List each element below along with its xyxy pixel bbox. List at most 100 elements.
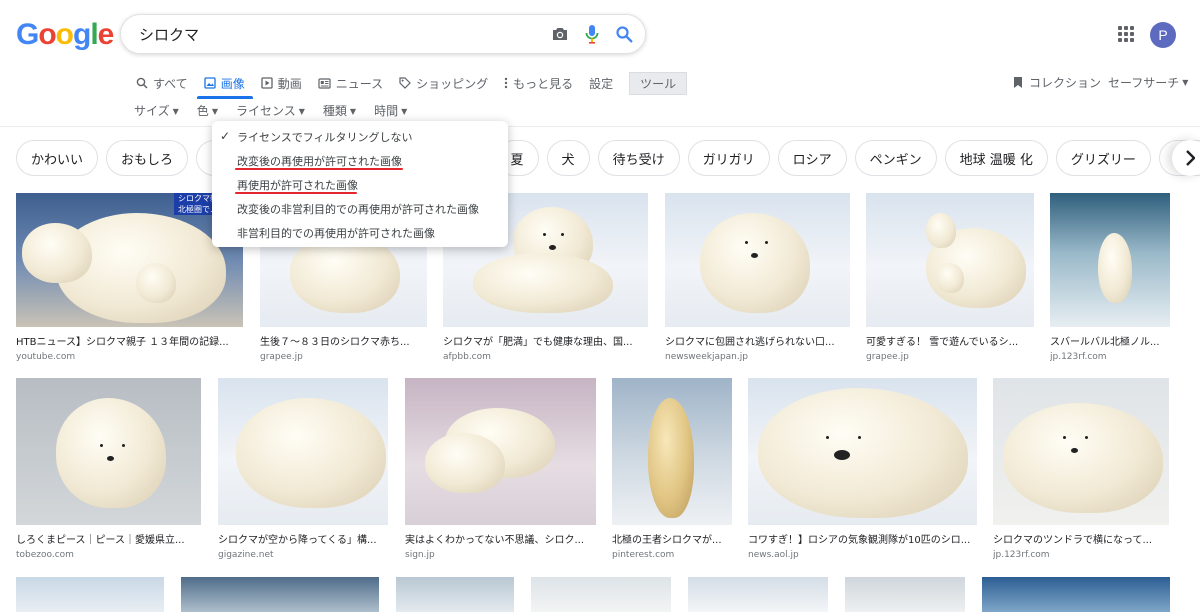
image-result[interactable]: しろくまピース｜ピース｜愛媛県立... tobezoo.com bbox=[16, 378, 201, 560]
caret-down-icon: ▼ bbox=[298, 107, 305, 116]
tab-all[interactable]: すべて bbox=[136, 75, 188, 92]
camera-icon[interactable] bbox=[547, 21, 573, 47]
chip[interactable]: 地球 温暖 化 bbox=[944, 140, 1048, 176]
result-source[interactable]: news.aol.jp bbox=[748, 550, 977, 560]
filter-license[interactable]: ライセンス ▼ bbox=[236, 102, 305, 119]
result-thumbnail[interactable] bbox=[665, 193, 850, 327]
result-title[interactable]: 可愛すぎる！ 雪で遊んでいるシ... bbox=[866, 333, 1034, 348]
result-thumbnail[interactable] bbox=[531, 577, 671, 612]
caret-down-icon: ▼ bbox=[349, 107, 357, 116]
result-title[interactable]: シロクマに包囲され逃げられない口... bbox=[665, 333, 850, 348]
result-title[interactable]: しろくまピース｜ピース｜愛媛県立... bbox=[16, 531, 201, 546]
logo-letter: G bbox=[16, 18, 39, 51]
image-result[interactable]: シロクマのツンドラで横になって... jp.123rf.com bbox=[993, 378, 1169, 560]
chip[interactable]: かわいい bbox=[16, 140, 99, 176]
tab-settings[interactable]: 設定 bbox=[589, 75, 613, 92]
result-thumbnail[interactable] bbox=[16, 577, 164, 612]
result-thumbnail[interactable] bbox=[982, 577, 1170, 612]
filter-size[interactable]: サイズ ▼ bbox=[134, 102, 179, 119]
result-thumbnail[interactable] bbox=[16, 378, 201, 525]
license-option-label: 改変後の再使用が許可された画像 bbox=[237, 155, 402, 168]
chip[interactable]: ロシア bbox=[777, 140, 847, 176]
tab-images[interactable]: 画像 bbox=[204, 75, 245, 92]
safesearch-menu[interactable]: セーフサーチ ▼ bbox=[1108, 74, 1188, 91]
image-result[interactable]: 北極の王者シロクマが... pinterest.com bbox=[612, 378, 732, 560]
result-thumbnail[interactable] bbox=[181, 577, 379, 612]
result-source[interactable]: gigazine.net bbox=[218, 550, 388, 560]
news-icon bbox=[318, 77, 331, 89]
filter-type[interactable]: 種類 ▼ bbox=[323, 102, 356, 119]
result-thumbnail[interactable] bbox=[612, 378, 732, 525]
tools-button[interactable]: ツール bbox=[629, 71, 688, 95]
image-result[interactable]: シロクマ親子 北極圏で... HTBニュース】シロクマ親子 １３年間の記録...… bbox=[16, 193, 243, 362]
image-result[interactable]: 可愛すぎる！ 雪で遊んでいるシ... grapee.jp bbox=[866, 193, 1034, 362]
result-thumbnail[interactable] bbox=[688, 577, 828, 612]
tab-more[interactable]: もっと見る bbox=[504, 75, 573, 92]
result-source[interactable]: youtube.com bbox=[16, 352, 243, 362]
result-source[interactable]: grapee.jp bbox=[260, 352, 427, 362]
result-source[interactable]: newsweekjapan.jp bbox=[665, 352, 850, 362]
result-title[interactable]: シロクマが空から降ってくる」構... bbox=[218, 531, 388, 546]
result-thumbnail[interactable] bbox=[218, 378, 388, 525]
filter-label: 種類 bbox=[322, 104, 347, 118]
result-title[interactable]: シロクマのツンドラで横になって... bbox=[993, 531, 1169, 546]
chip[interactable]: 待ち受け bbox=[597, 140, 680, 176]
result-thumbnail[interactable] bbox=[748, 378, 977, 525]
result-thumbnail[interactable] bbox=[845, 577, 965, 612]
license-option-label: 再使用が許可された画像 bbox=[237, 179, 358, 192]
bookmark-icon bbox=[1013, 76, 1023, 89]
tab-videos[interactable]: 動画 bbox=[261, 75, 302, 92]
safesearch-label: セーフサーチ bbox=[1108, 76, 1180, 90]
search-input[interactable] bbox=[137, 18, 541, 50]
google-logo[interactable]: Google bbox=[16, 18, 114, 54]
chip[interactable]: ペンギン bbox=[854, 140, 937, 176]
result-source[interactable]: pinterest.com bbox=[612, 550, 732, 560]
result-thumbnail[interactable] bbox=[1050, 193, 1170, 327]
license-option-noncommercial-modification[interactable]: 改変後の非営利目的での再使用が許可された画像 bbox=[212, 197, 508, 221]
result-source[interactable]: grapee.jp bbox=[866, 352, 1034, 362]
result-source[interactable]: afpbb.com bbox=[443, 352, 648, 362]
image-result[interactable]: シロクマに包囲され逃げられない口... newsweekjapan.jp bbox=[665, 193, 850, 362]
tab-label: ショッピング bbox=[416, 76, 489, 91]
result-title[interactable]: 実はよくわかってない不思議、シロク... bbox=[405, 531, 596, 546]
result-title[interactable]: HTBニュース】シロクマ親子 １３年間の記録... bbox=[16, 333, 243, 348]
chip[interactable]: ガリガリ bbox=[687, 140, 770, 176]
tab-shopping[interactable]: ショッピング bbox=[399, 75, 488, 92]
result-source[interactable]: tobezoo.com bbox=[16, 550, 201, 560]
chip[interactable]: 犬 bbox=[546, 140, 590, 176]
collections-link[interactable]: コレクション bbox=[1013, 74, 1101, 91]
related-chips: かわいい おもしろ イラスト ラシ 夏 犬 待ち受け ガリガリ ロシア ペンギン… bbox=[16, 140, 1200, 176]
result-title[interactable]: シロクマが「肥満」でも健康な理由、国... bbox=[443, 333, 648, 348]
image-result[interactable]: コワすぎ！】ロシアの気象観測隊が10匹のシロ... news.aol.jp bbox=[748, 378, 977, 560]
result-title[interactable]: 生後７～８３日のシロクマ赤ち... bbox=[260, 333, 427, 348]
result-source[interactable]: jp.123rf.com bbox=[993, 550, 1169, 560]
license-option-noncommercial[interactable]: 非営利目的での再使用が許可された画像 bbox=[212, 221, 508, 245]
tab-label: ツール bbox=[640, 76, 677, 91]
result-thumbnail[interactable] bbox=[866, 193, 1034, 327]
license-option-no-filter[interactable]: ✓ ライセンスでフィルタリングしない bbox=[212, 125, 508, 149]
header-divider bbox=[0, 126, 1200, 127]
collections-label: コレクション bbox=[1029, 76, 1102, 90]
result-thumbnail[interactable] bbox=[396, 577, 514, 612]
image-result[interactable]: スバールバル北極ノル... jp.123rf.com bbox=[1050, 193, 1170, 362]
result-source[interactable]: jp.123rf.com bbox=[1050, 352, 1170, 362]
result-thumbnail[interactable] bbox=[993, 378, 1169, 525]
mic-icon[interactable] bbox=[579, 21, 605, 47]
result-thumbnail[interactable]: シロクマ親子 北極圏で... bbox=[16, 193, 243, 327]
image-result[interactable]: 実はよくわかってない不思議、シロク... sign.jp bbox=[405, 378, 596, 560]
result-title[interactable]: 北極の王者シロクマが... bbox=[612, 531, 732, 546]
apps-grid-icon[interactable] bbox=[1118, 26, 1134, 42]
tab-news[interactable]: ニュース bbox=[318, 75, 383, 92]
result-title[interactable]: スバールバル北極ノル... bbox=[1050, 333, 1170, 348]
image-result[interactable]: シロクマが空から降ってくる」構... gigazine.net bbox=[218, 378, 388, 560]
result-thumbnail[interactable] bbox=[405, 378, 596, 525]
filter-time[interactable]: 時間 ▼ bbox=[374, 102, 407, 119]
chip-scroll-next-button[interactable] bbox=[1172, 140, 1200, 176]
result-source[interactable]: sign.jp bbox=[405, 550, 596, 560]
result-title[interactable]: コワすぎ！】ロシアの気象観測隊が10匹のシロ... bbox=[748, 531, 977, 546]
filter-color[interactable]: 色 ▼ bbox=[197, 102, 218, 119]
chip[interactable]: おもしろ bbox=[106, 140, 189, 176]
search-icon[interactable] bbox=[611, 21, 637, 47]
avatar[interactable]: P bbox=[1150, 22, 1176, 48]
chip[interactable]: グリズリー bbox=[1055, 140, 1151, 176]
